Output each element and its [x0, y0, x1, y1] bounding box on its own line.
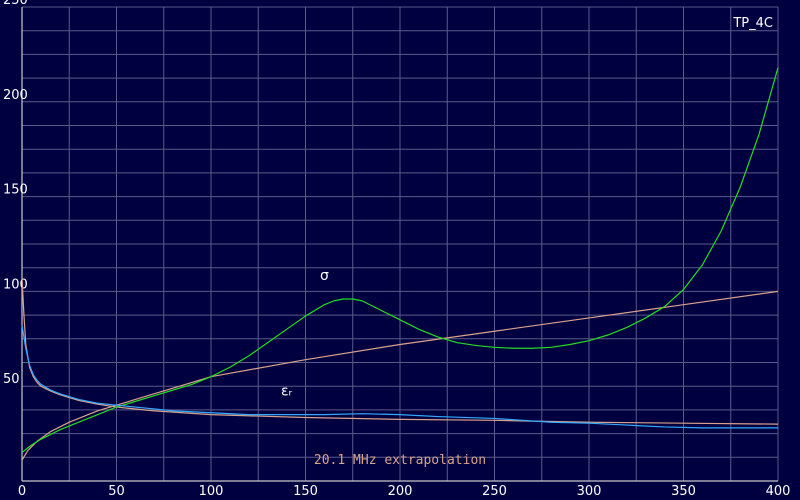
x-tick-label: 50 — [108, 484, 125, 499]
x-tick-label: 300 — [577, 484, 602, 499]
chart-badge: TP_4C — [732, 16, 773, 31]
y-tick-label: 250 — [3, 0, 28, 8]
y-tick-label: 200 — [3, 88, 28, 103]
x-tick-label: 150 — [293, 484, 318, 499]
x-tick-label: 200 — [388, 484, 413, 499]
x-tick-label: 100 — [199, 484, 224, 499]
y-tick-label: 150 — [3, 183, 28, 198]
x-tick-label: 400 — [766, 484, 791, 499]
x-tick-label: 0 — [18, 484, 26, 499]
chart: 0 50 100 150 200 250 300 350 400 50 100 150 200 250 σ… — [0, 0, 800, 500]
x-tick-label: 250 — [482, 484, 507, 499]
epsilon-series-label: εᵣ — [281, 384, 293, 400]
y-tick-label: 100 — [3, 277, 28, 292]
grid — [21, 6, 779, 482]
extrapolation-note: 20.1 MHz extrapolation — [314, 453, 486, 468]
sigma-series-label: σ — [320, 268, 329, 284]
y-tick-label: 50 — [3, 372, 20, 387]
x-tick-label: 350 — [671, 484, 696, 499]
